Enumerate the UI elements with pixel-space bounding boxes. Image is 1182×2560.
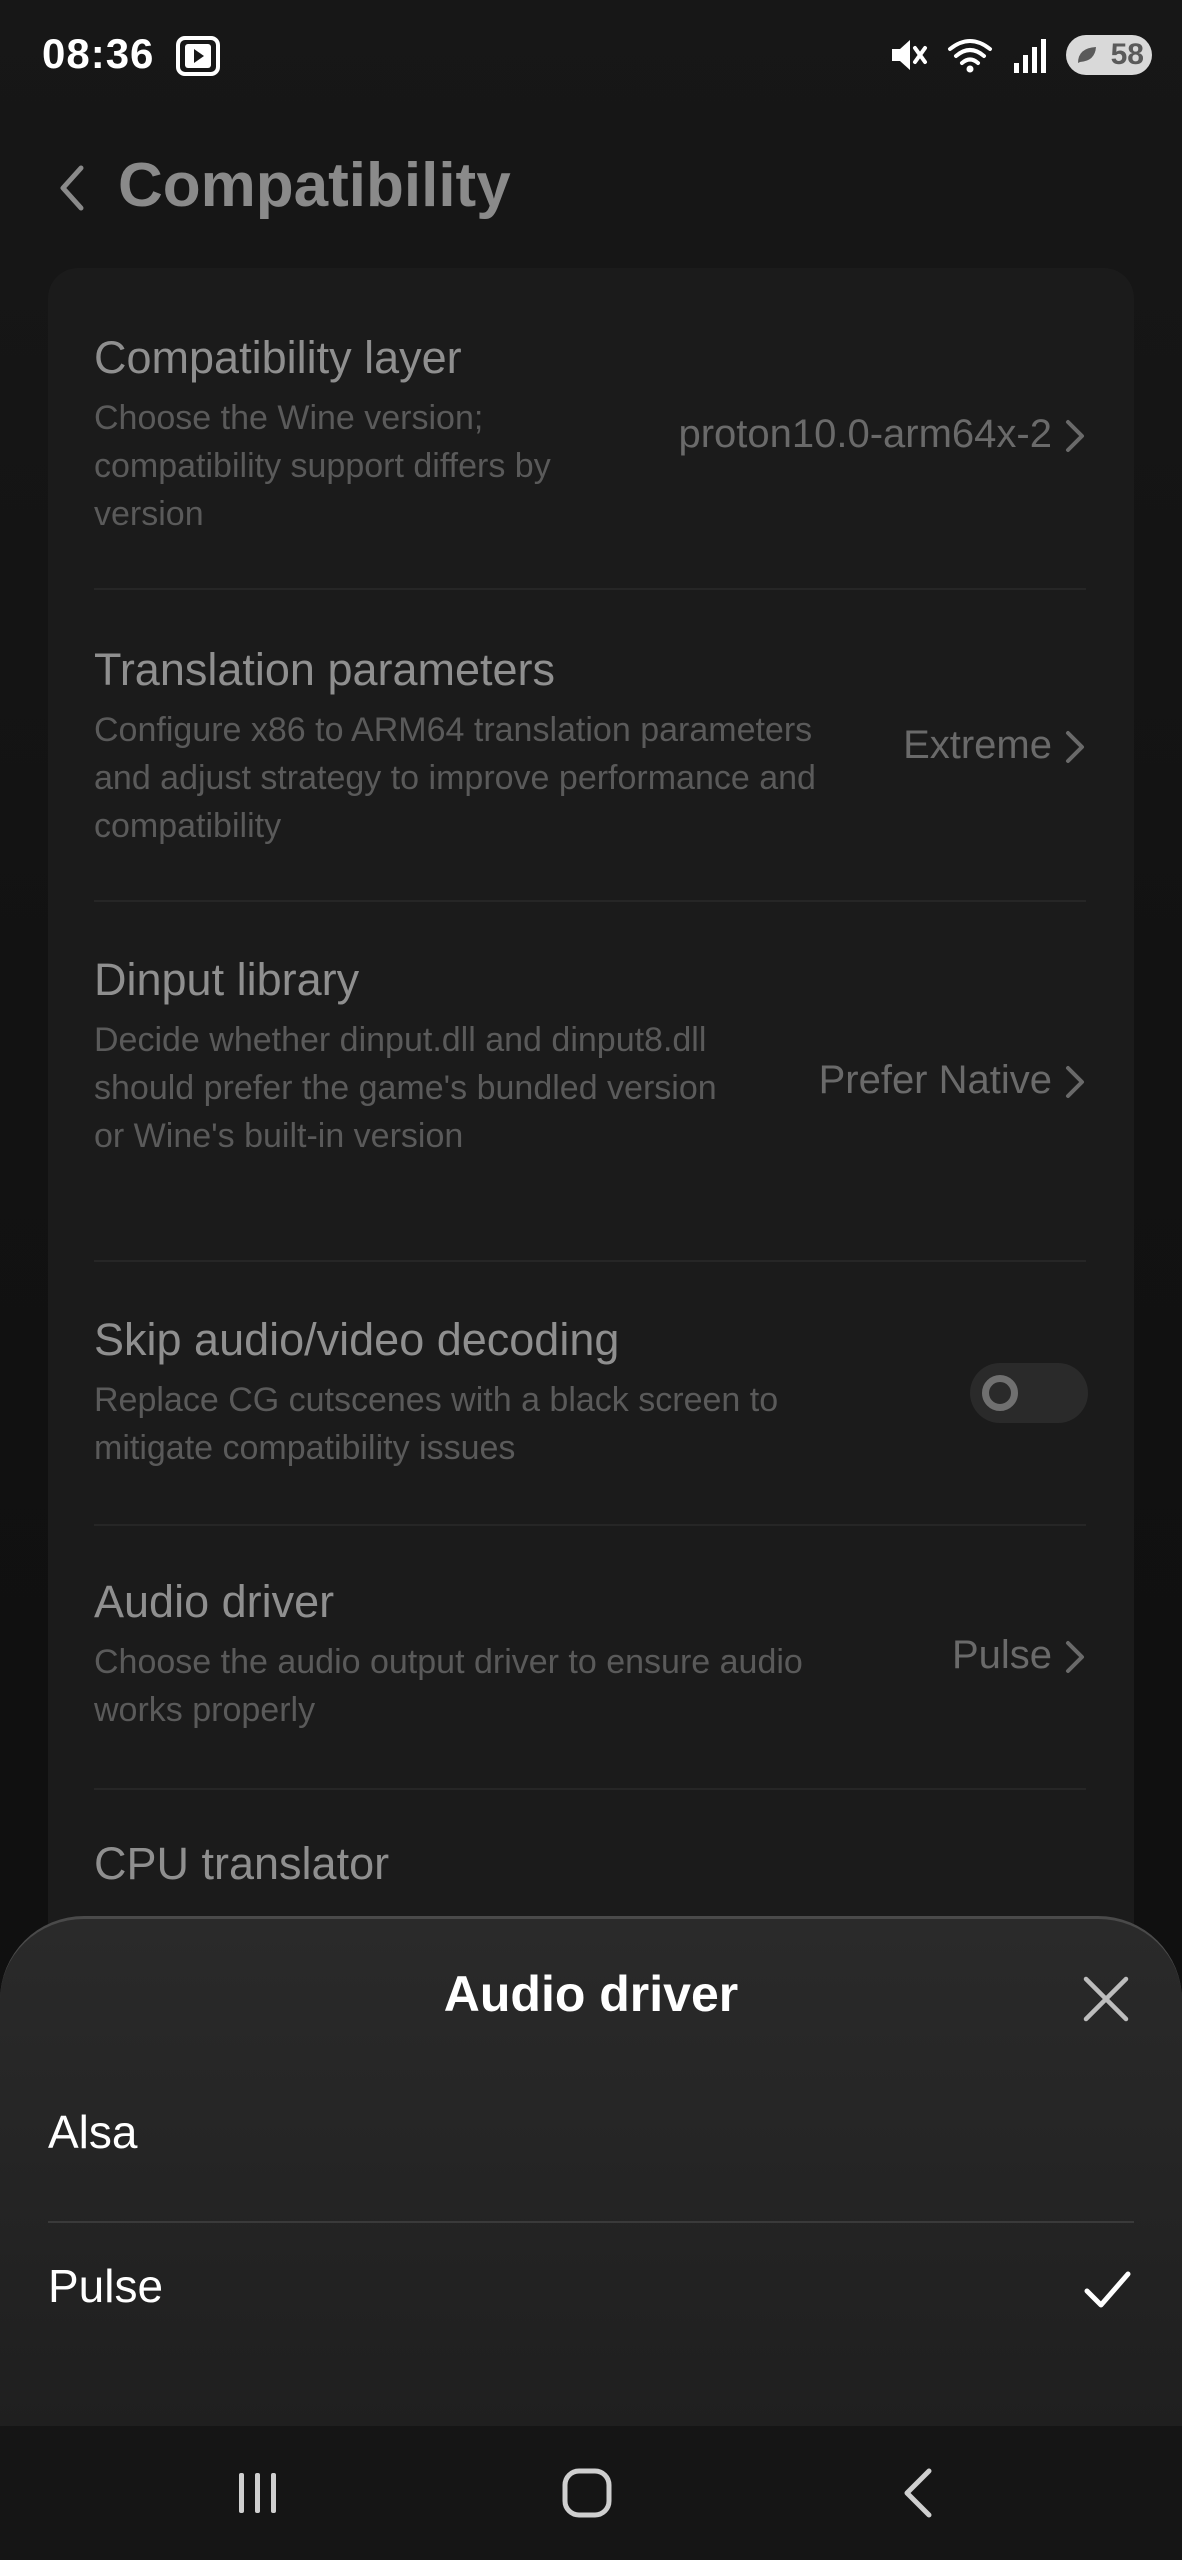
- setting-title: Translation parameters: [94, 644, 556, 695]
- chevron-right-icon: [1066, 731, 1084, 763]
- back-nav-button[interactable]: [858, 2448, 978, 2538]
- divider: [94, 588, 1086, 590]
- setting-audio-driver[interactable]: Audio driver Choose the audio output dri…: [94, 1574, 1090, 1774]
- option-label: Alsa: [48, 2106, 138, 2158]
- setting-description: Configure x86 to ARM64 translation param…: [94, 711, 816, 845]
- setting-title: Dinput library: [94, 954, 360, 1005]
- back-button[interactable]: [46, 156, 98, 220]
- recents-button[interactable]: [198, 2448, 318, 2538]
- setting-title: Skip audio/video decoding: [94, 1314, 620, 1365]
- chevron-left-icon: [60, 165, 84, 211]
- audio-driver-sheet: Audio driver Alsa Pulse: [0, 1916, 1182, 2426]
- navigation-bar: [0, 2426, 1182, 2560]
- leaf-icon: [1078, 47, 1096, 63]
- setting-description: Replace CG cutscenes with a black screen…: [94, 1381, 779, 1467]
- divider: [94, 1260, 1086, 1262]
- setting-description: Choose the Wine version; compatibility s…: [94, 399, 551, 533]
- status-bar: 08:36 58: [0, 0, 1182, 110]
- home-icon: [562, 2468, 612, 2518]
- setting-skip-decoding: Skip audio/video decoding Replace CG cut…: [94, 1312, 1090, 1512]
- mute-icon: [888, 35, 928, 75]
- home-button[interactable]: [527, 2448, 647, 2538]
- setting-value: Extreme: [903, 723, 1052, 767]
- skip-decoding-toggle[interactable]: [970, 1363, 1088, 1423]
- status-icons: 58: [888, 32, 1152, 78]
- header: Compatibility: [0, 140, 1182, 250]
- divider: [94, 1788, 1086, 1790]
- recents-icon: [239, 2473, 276, 2513]
- option-alsa[interactable]: Alsa: [0, 2061, 1182, 2211]
- battery-level: 58: [1110, 38, 1144, 71]
- chevron-right-icon: [1066, 1641, 1084, 1673]
- screen: 08:36 58 Compatibility Compatibility lay…: [0, 0, 1182, 2560]
- setting-value: proton10.0-arm64x-2: [678, 412, 1052, 456]
- divider: [94, 900, 1086, 902]
- back-icon: [904, 2468, 932, 2518]
- setting-description: Choose the audio output driver to ensure…: [94, 1643, 803, 1729]
- setting-value: Pulse: [951, 1633, 1052, 1677]
- setting-title: Compatibility layer: [94, 332, 462, 383]
- option-pulse[interactable]: Pulse: [0, 2215, 1182, 2365]
- toggle-knob: [982, 1375, 1018, 1411]
- setting-value: Prefer Native: [818, 1058, 1052, 1102]
- setting-cpu-translator[interactable]: CPU translator: [94, 1836, 1090, 1916]
- youtube-icon: [176, 36, 220, 76]
- chevron-right-icon: [1066, 1066, 1084, 1098]
- check-icon: [1084, 2271, 1131, 2308]
- divider: [94, 1524, 1086, 1526]
- option-label: Pulse: [48, 2260, 164, 2312]
- sheet-title: Audio driver: [443, 1966, 739, 2022]
- settings-card: Compatibility layer Choose the Wine vers…: [48, 268, 1134, 1988]
- close-icon[interactable]: [1078, 1971, 1134, 2027]
- battery-icon: 58: [1066, 35, 1152, 75]
- status-time: 08:36: [42, 30, 155, 77]
- setting-title: Audio driver: [94, 1576, 335, 1627]
- chevron-right-icon: [1066, 420, 1084, 452]
- setting-title: CPU translator: [94, 1838, 390, 1889]
- page-title: Compatibility: [118, 151, 511, 220]
- setting-description: Decide whether dinput.dll and dinput8.dl…: [94, 1021, 717, 1155]
- signal-icon: [1012, 35, 1048, 75]
- wifi-icon: [946, 35, 994, 75]
